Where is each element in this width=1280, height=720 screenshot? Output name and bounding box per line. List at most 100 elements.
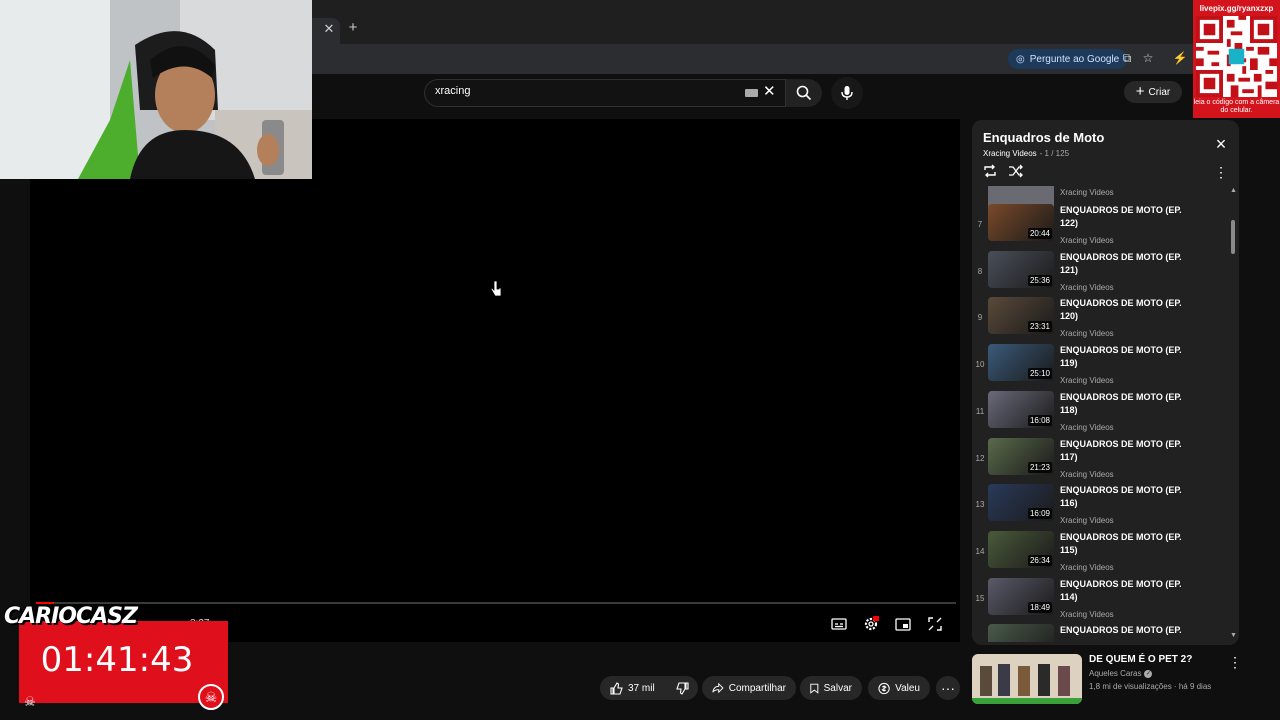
playlist-item-channel: Xracing Videos xyxy=(1060,376,1114,386)
thanks-label: Valeu xyxy=(895,682,920,694)
install-app-icon[interactable]: ⧉ xyxy=(1119,50,1135,66)
playlist-position: - 1 / 125 xyxy=(1039,149,1070,158)
playlist-item-index: 13 xyxy=(975,500,985,510)
lens-icon: ◎ xyxy=(1016,53,1025,65)
fullscreen-icon xyxy=(928,617,942,631)
scroll-down-icon[interactable]: ▼ xyxy=(1230,632,1237,639)
playlist-item[interactable]: 11 16:08 ENQUADROS DE MOTO (EP. 118) Xracin… xyxy=(972,390,1232,437)
playlist-item-title: ENQUADROS DE MOTO (EP. 119) xyxy=(1060,345,1182,369)
playlist-item-title: ENQUADROS DE MOTO (EP. 118) xyxy=(1060,391,1182,415)
keyboard-icon[interactable] xyxy=(745,89,758,97)
miniplayer-button[interactable] xyxy=(894,615,912,633)
recommendation-thumbnail[interactable] xyxy=(972,654,1082,704)
playlist-item[interactable]: 10 25:10 ENQUADROS DE MOTO (EP. 119) Xracin… xyxy=(972,344,1232,390)
video-thumbnail: 23:31 xyxy=(988,297,1054,335)
search-icon xyxy=(796,85,812,101)
video-duration: 16:09 xyxy=(1027,508,1052,520)
shuffle-icon[interactable] xyxy=(1008,164,1024,183)
playlist-item-title: ENQUADROS DE MOTO (EP. 122) xyxy=(1060,205,1182,228)
playlist-item[interactable]: 8 25:36 ENQUADROS DE MOTO (EP. 121) Xracing… xyxy=(972,250,1232,297)
save-label: Salvar xyxy=(823,682,852,694)
bookmark-icon xyxy=(810,683,819,694)
video-player[interactable] xyxy=(30,119,960,642)
progress-bar[interactable] xyxy=(36,602,956,604)
settings-button[interactable] xyxy=(862,615,880,633)
new-tab-icon[interactable]: + xyxy=(345,20,361,36)
dislike-button[interactable] xyxy=(668,676,698,700)
video-duration: 23:31 xyxy=(1027,321,1052,333)
video-thumbnail: 21:23 xyxy=(988,437,1054,475)
playlist-item[interactable]: 9 23:31 ENQUADROS DE MOTO (EP. 120) Xracing… xyxy=(972,297,1232,343)
video-duration: 26:34 xyxy=(1027,554,1052,566)
extensions-icon[interactable]: ⚡ xyxy=(1172,50,1188,66)
clear-search-icon[interactable]: ✕ xyxy=(763,84,776,100)
video-thumbnail: 16:08 xyxy=(988,390,1054,428)
ask-google-label: Pergunte ao Google xyxy=(1029,53,1120,65)
playlist-item-title: ENQUADROS DE MOTO (EP. 121) xyxy=(1060,251,1182,275)
loop-icon[interactable] xyxy=(982,164,998,183)
playlist-item-index: 12 xyxy=(975,453,985,463)
playlist-channel[interactable]: Xracing Videos xyxy=(983,149,1037,158)
fullscreen-button[interactable] xyxy=(926,615,944,633)
tab-close-icon[interactable]: ✕ xyxy=(322,21,336,37)
playlist-item-channel: Xracing Videos xyxy=(1060,282,1114,292)
video-duration: 20:44 xyxy=(1027,228,1052,239)
more-actions-button[interactable]: ··· xyxy=(936,676,960,700)
search-button[interactable] xyxy=(786,79,822,107)
recommendation-more-icon[interactable]: ⋮ xyxy=(1228,654,1242,671)
playlist-item-title: ENQUADROS DE MOTO (EP. 116) xyxy=(1060,485,1182,509)
playlist-item-channel: Xracing Videos xyxy=(1060,562,1114,572)
search-input[interactable] xyxy=(424,79,786,107)
create-button[interactable]: + Criar xyxy=(1124,81,1182,103)
playlist-item[interactable]: ENQUADROS DE MOTO (EP. xyxy=(972,624,1232,642)
more-horizontal-icon: ··· xyxy=(941,680,955,696)
subtitles-icon xyxy=(831,618,847,630)
video-thumbnail: 25:36 xyxy=(988,250,1054,288)
playlist-item-index: 9 xyxy=(977,313,983,323)
share-icon xyxy=(712,682,724,694)
playlist-item-index: 7 xyxy=(977,220,983,229)
close-playlist-icon[interactable]: × xyxy=(1212,135,1230,153)
playlist-more-icon[interactable]: ⋮ xyxy=(1214,165,1228,181)
share-button[interactable]: Compartilhar xyxy=(702,676,796,700)
scroll-up-icon[interactable]: ▲ xyxy=(1230,187,1237,194)
playlist-item-index: 8 xyxy=(977,266,983,276)
playlist-item-index: 10 xyxy=(975,360,985,370)
like-button[interactable]: 37 mil xyxy=(600,676,668,700)
ask-google-button[interactable]: ◎ Pergunte ao Google xyxy=(1008,49,1128,69)
playlist-item-channel: Xracing Videos xyxy=(1060,422,1114,432)
search-query-text: xracing xyxy=(435,85,471,97)
thumbs-down-icon xyxy=(676,681,689,695)
subtitles-button[interactable] xyxy=(830,615,848,633)
recommendation-channel[interactable]: Aqueles Caras xyxy=(1089,669,1141,678)
save-button[interactable]: Salvar xyxy=(800,676,862,700)
like-count: 37 mil xyxy=(628,682,655,694)
playlist-item[interactable]: 12 21:23 ENQUADROS DE MOTO (EP. 117) Xracin… xyxy=(972,437,1232,484)
stream-timer: 01:41:43 xyxy=(40,640,194,680)
playlist-item[interactable]: 7 20:44 ENQUADROS DE MOTO (EP. 122) Xracing… xyxy=(972,204,1232,250)
video-thumbnail: 16:09 xyxy=(988,484,1054,522)
video-thumbnail: 26:34 xyxy=(988,530,1054,568)
plus-icon: + xyxy=(1135,83,1145,100)
video-thumbnail: 25:10 xyxy=(988,344,1054,382)
playlist-item[interactable]: 15 18:49 ENQUADROS DE MOTO (EP. 114) Xracin… xyxy=(972,577,1232,624)
video-thumbnail: 20:44 xyxy=(988,204,1054,241)
playlist-item-channel: Xracing Videos xyxy=(1060,609,1114,619)
thanks-button[interactable]: Valeu xyxy=(868,676,930,700)
bookmark-star-icon[interactable]: ☆ xyxy=(1140,50,1156,66)
qr-code-icon xyxy=(1196,16,1277,97)
playlist-item[interactable]: 13 16:09 ENQUADROS DE MOTO (EP. 116) Xracin… xyxy=(972,484,1232,530)
playlist-scrollbar[interactable] xyxy=(1231,220,1235,254)
voice-search-button[interactable] xyxy=(831,77,863,109)
playlist-item-channel: Xracing Videos xyxy=(1060,236,1114,245)
recommendation-title[interactable]: DE QUEM É O PET 2? xyxy=(1089,654,1192,665)
skull-icon: ☠ xyxy=(24,694,36,709)
video-duration: 25:10 xyxy=(1027,368,1052,380)
playlist-subtitle: Xracing Videos - 1 / 125 xyxy=(983,149,1069,158)
verified-icon: ✓ xyxy=(1144,669,1153,678)
playlist-item-title: ENQUADROS DE MOTO (EP. 120) xyxy=(1060,298,1182,322)
playlist-item[interactable]: 14 26:34 ENQUADROS DE MOTO (EP. 115) Xracin… xyxy=(972,530,1232,577)
playlist-item-title: ENQUADROS DE MOTO (EP. xyxy=(1060,625,1182,636)
create-label: Criar xyxy=(1148,86,1171,98)
gear-icon xyxy=(864,616,879,631)
